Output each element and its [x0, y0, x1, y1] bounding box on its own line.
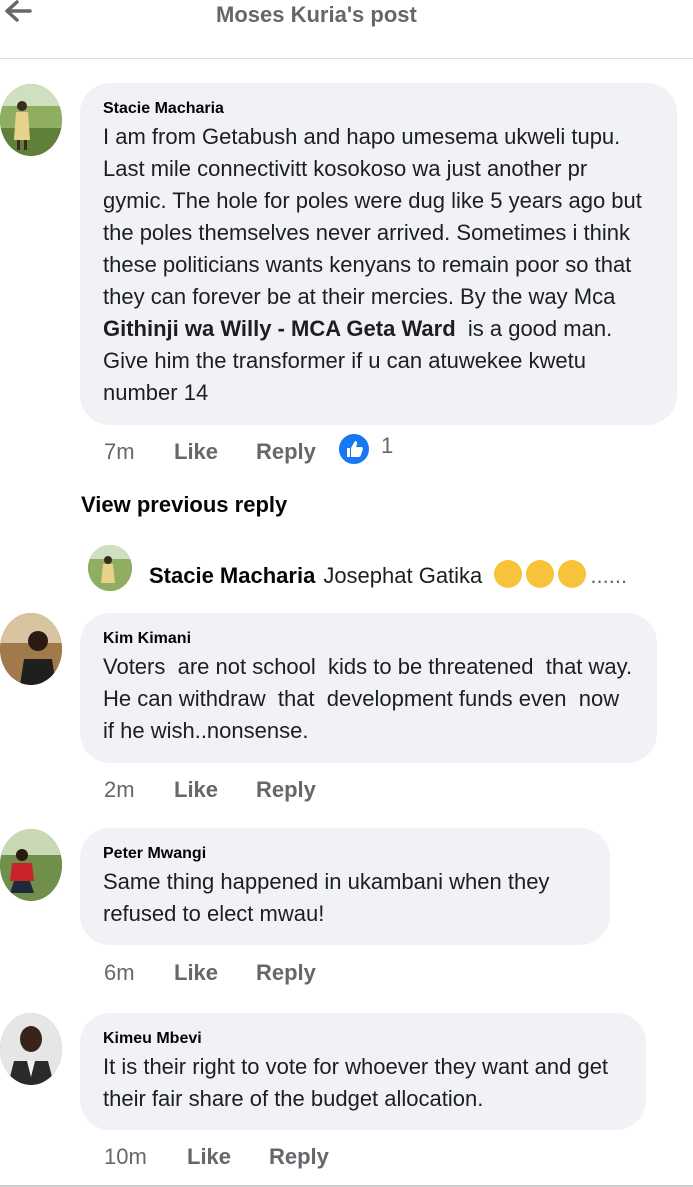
- comment-timestamp[interactable]: 2m: [104, 775, 174, 805]
- comment-actions: 7m Like Reply: [104, 437, 316, 467]
- rolling-on-floor-laughing-emoji-icon: [558, 560, 587, 588]
- page-title: Moses Kuria's post: [216, 2, 417, 27]
- comment-bubble: Peter Mwangi Same thing happened in ukam…: [80, 828, 610, 945]
- avatar[interactable]: [0, 613, 62, 685]
- back-arrow-icon[interactable]: [4, 0, 32, 24]
- view-previous-reply-link[interactable]: View previous reply: [81, 492, 287, 518]
- comment-timestamp[interactable]: 6m: [104, 958, 174, 988]
- reply-button[interactable]: Reply: [256, 437, 316, 467]
- reply-button[interactable]: Reply: [269, 1142, 329, 1172]
- avatar[interactable]: [0, 829, 62, 901]
- comment-text: I am from Getabush and hapo umesema ukwe…: [103, 121, 653, 409]
- reply-button[interactable]: Reply: [256, 958, 316, 988]
- thumbs-up-icon[interactable]: [337, 432, 371, 466]
- avatar[interactable]: [0, 84, 62, 156]
- comment-text: Voters are not school kids to be threate…: [103, 654, 639, 743]
- comment-actions: 10m Like Reply: [104, 1142, 329, 1172]
- reply-text: Josephat Gatika: [323, 563, 483, 588]
- mention-link[interactable]: Githinji wa Willy - MCA Geta Ward: [103, 316, 456, 341]
- header-bar: Moses Kuria's post: [0, 0, 693, 59]
- comment-bubble: Kim Kimani Voters are not school kids to…: [80, 613, 657, 763]
- reply-preview[interactable]: Stacie Macharia Josephat Gatika ......: [149, 560, 627, 589]
- comment-bubble: Stacie Macharia I am from Getabush and h…: [80, 83, 677, 425]
- comment-author[interactable]: Kimeu Mbevi: [103, 1029, 622, 1049]
- comment-text: It is their right to vote for whoever th…: [103, 1054, 615, 1111]
- reaction-count[interactable]: 1: [381, 433, 393, 459]
- avatar[interactable]: [0, 1013, 62, 1085]
- comment-actions: 6m Like Reply: [104, 958, 316, 988]
- reply-ellipsis: ......: [590, 563, 628, 588]
- comment-timestamp[interactable]: 7m: [104, 437, 174, 467]
- like-button[interactable]: Like: [174, 958, 256, 988]
- comment-author[interactable]: Kim Kimani: [103, 629, 633, 649]
- comment-actions: 2m Like Reply: [104, 775, 316, 805]
- reply-button[interactable]: Reply: [256, 775, 316, 805]
- comment-author[interactable]: Stacie Macharia: [103, 99, 653, 119]
- comment-text: Same thing happened in ukambani when the…: [103, 869, 556, 926]
- comment-timestamp[interactable]: 10m: [104, 1142, 187, 1172]
- comment-text-part: I am from Getabush and hapo umesema ukwe…: [103, 124, 649, 309]
- like-button[interactable]: Like: [174, 437, 256, 467]
- rolling-on-floor-laughing-emoji-icon: [494, 560, 523, 588]
- reply-author[interactable]: Stacie Macharia: [149, 563, 315, 588]
- like-button[interactable]: Like: [187, 1142, 269, 1172]
- rolling-on-floor-laughing-emoji-icon: [526, 560, 555, 588]
- like-button[interactable]: Like: [174, 775, 256, 805]
- reply-avatar[interactable]: [88, 545, 132, 591]
- comment-author[interactable]: Peter Mwangi: [103, 844, 586, 864]
- comment-bubble: Kimeu Mbevi It is their right to vote fo…: [80, 1013, 646, 1130]
